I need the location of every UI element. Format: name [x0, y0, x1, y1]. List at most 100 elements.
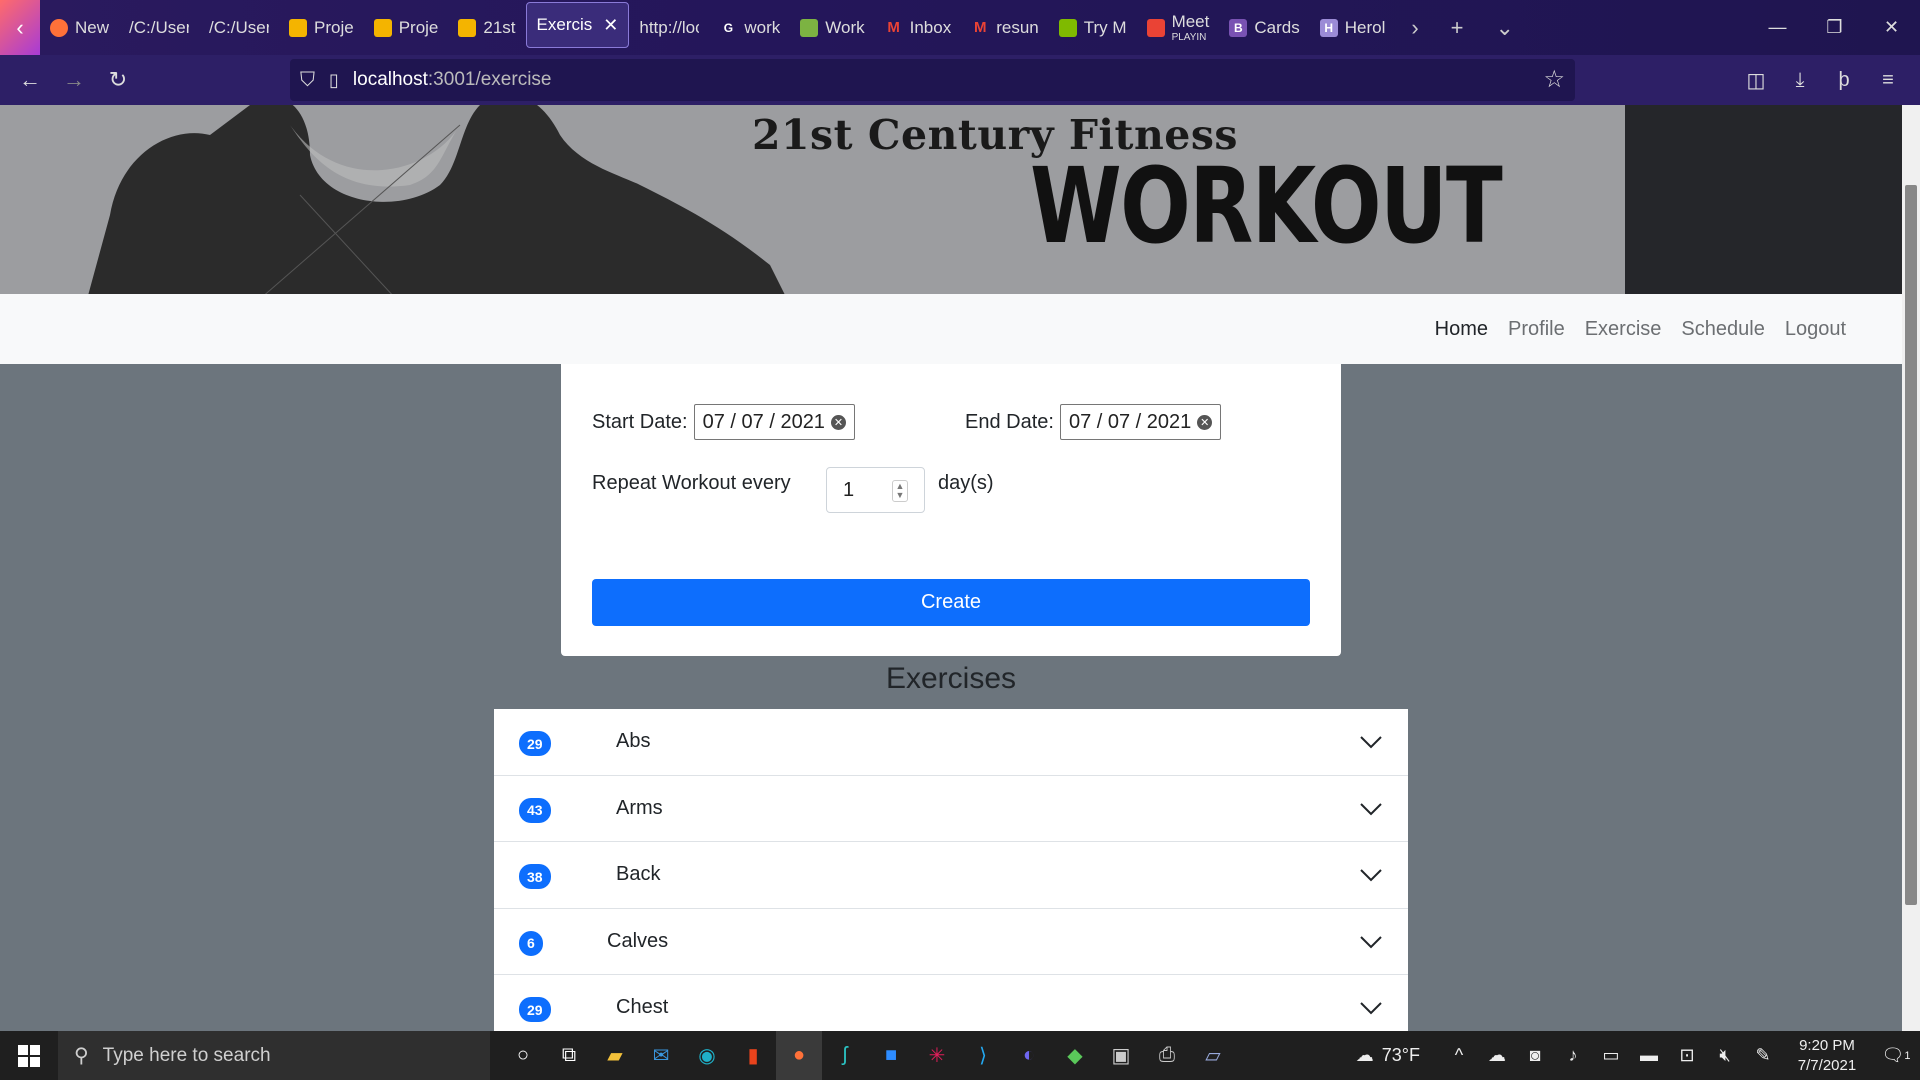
accordion-item-calves[interactable]: 6 Calves — [494, 908, 1408, 975]
system-clock[interactable]: 9:20 PM 7/7/2021 — [1782, 1036, 1872, 1076]
vscode-icon[interactable]: ⟩ — [960, 1031, 1006, 1080]
accordion-item-chest[interactable]: 29 Chest — [494, 975, 1408, 1031]
app-diamond-icon[interactable]: ◆ — [1052, 1031, 1098, 1080]
slack-icon[interactable]: ✳ — [914, 1031, 960, 1080]
close-window-icon[interactable]: ✕ — [1863, 0, 1920, 55]
browser-tab[interactable]: B Cards — [1219, 0, 1309, 55]
nav-link-exercise[interactable]: Exercise — [1575, 318, 1672, 341]
file-explorer-icon[interactable]: ▰ — [592, 1031, 638, 1080]
accordion-item-arms[interactable]: 43 Arms — [494, 775, 1408, 842]
scrollbar-thumb[interactable] — [1905, 185, 1917, 905]
number-spinner-icon[interactable]: ▲ ▼ — [892, 480, 908, 502]
browser-tab[interactable]: Gwork — [709, 0, 790, 55]
task-view-icon[interactable]: ⧉ — [546, 1031, 592, 1080]
end-date-input[interactable]: 07 / 07 / 2021 ✕ — [1059, 404, 1222, 440]
browser-tab[interactable]: 21st — [448, 0, 525, 55]
display-icon[interactable]: ▭ — [1592, 1045, 1630, 1066]
bookmark-star-icon[interactable]: ☆ — [1543, 65, 1565, 94]
browser-tab[interactable]: M Inbox — [875, 0, 962, 55]
notification-count: 1 — [1904, 1049, 1911, 1062]
shield-icon[interactable]: ⛉ — [300, 69, 315, 92]
clear-end-date-icon[interactable]: ✕ — [1197, 414, 1213, 430]
url-text[interactable]: localhost:3001/exercise — [353, 69, 552, 91]
browser-tab[interactable]: http://loc — [629, 0, 709, 55]
nav-link-logout[interactable]: Logout — [1775, 318, 1856, 341]
browser-tab[interactable]: Try M — [1049, 0, 1137, 55]
pen-icon[interactable]: ✎ — [1744, 1045, 1782, 1066]
minimize-icon[interactable]: — — [1749, 0, 1806, 55]
browser-nav-bar: ← → ↻ ⛉ ▯ localhost:3001/exercise ☆ ◫ ⤓ … — [0, 55, 1920, 105]
zoom-icon[interactable]: ■ — [868, 1031, 914, 1080]
browser-tab[interactable]: /C:/Users — [119, 0, 199, 55]
firefox-icon[interactable]: ● — [776, 1031, 822, 1080]
app-moon-icon[interactable]: ◐ — [1006, 1031, 1052, 1080]
accordion-item-abs[interactable]: 29 Abs — [494, 709, 1408, 776]
printer-icon[interactable]: ⎙ — [1144, 1031, 1190, 1080]
browser-tab[interactable]: Proje — [279, 0, 364, 55]
search-app-icon[interactable]: ◉ — [684, 1031, 730, 1080]
browser-tab[interactable]: Meet PLAYIN — [1137, 0, 1220, 55]
chevron-down-icon[interactable] — [1358, 796, 1384, 822]
page-info-icon[interactable]: ▯ — [329, 70, 339, 91]
browser-tab[interactable]: Proje — [364, 0, 449, 55]
gmail-favicon-icon: M — [887, 19, 900, 36]
volume-muted-icon[interactable]: 🔇︎ — [1706, 1045, 1744, 1066]
restore-icon[interactable]: ❐ — [1806, 0, 1863, 55]
repeat-days-input[interactable]: 1 ▲ ▼ — [826, 467, 925, 513]
browser-tab[interactable]: Work — [790, 0, 874, 55]
browser-tab[interactable]: H Herol — [1310, 0, 1396, 55]
create-button[interactable]: Create — [592, 579, 1310, 626]
microphone-icon[interactable]: ♪ — [1554, 1045, 1592, 1066]
tab-scroll-right-icon[interactable]: › — [1395, 15, 1434, 41]
taskbar-search-box[interactable]: ⚲ Type here to search — [58, 1031, 490, 1080]
forward-icon[interactable]: → — [52, 55, 96, 105]
reload-icon[interactable]: ↻ — [96, 55, 140, 105]
accordion-item-label: Abs — [616, 730, 651, 753]
mail-icon[interactable]: ✉ — [638, 1031, 684, 1080]
clock-date: 7/7/2021 — [1797, 1056, 1857, 1074]
back-icon[interactable]: ← — [8, 55, 52, 105]
clear-start-date-icon[interactable]: ✕ — [830, 414, 846, 430]
chevron-down-icon[interactable] — [1358, 929, 1384, 955]
show-hidden-icons-icon[interactable]: ^ — [1440, 1045, 1478, 1066]
tab-list-chevron-icon[interactable]: ⌄ — [1480, 15, 1530, 41]
close-tab-icon[interactable]: ✕ — [603, 15, 618, 36]
chevron-down-icon[interactable] — [1358, 729, 1384, 755]
accordion-item-back[interactable]: 38 Back — [494, 842, 1408, 909]
repeat-label: Repeat Workout every — [592, 472, 791, 494]
browser-tab[interactable]: Exercis ✕ — [525, 2, 630, 48]
weather-widget[interactable]: ☁ 73°F — [1356, 1045, 1440, 1066]
extension-icon[interactable]: ϸ — [1822, 55, 1866, 105]
onedrive-icon[interactable]: ☁ — [1478, 1045, 1516, 1066]
search-placeholder: Type here to search — [102, 1044, 271, 1066]
nav-link-schedule[interactable]: Schedule — [1671, 318, 1774, 341]
menu-icon[interactable]: ≡ — [1866, 55, 1910, 105]
notes-icon[interactable]: ▱ — [1190, 1031, 1236, 1080]
page-scrollbar[interactable] — [1902, 105, 1920, 1031]
browser-tab[interactable]: New — [40, 0, 119, 55]
browser-tab[interactable]: Mresun — [961, 0, 1049, 55]
pocket-icon[interactable]: ◫ — [1734, 55, 1778, 105]
gmail-favicon-icon: M — [973, 19, 987, 36]
download-icon[interactable]: ⤓ — [1778, 55, 1822, 105]
browser-tab[interactable]: /C:/Users — [199, 0, 279, 55]
notification-icon[interactable]: 🗨︎ 1 — [1872, 1045, 1920, 1066]
tab-scroll-left-icon[interactable]: ‹ — [0, 0, 40, 55]
office-icon[interactable]: ▮ — [730, 1031, 776, 1080]
chevron-down-icon[interactable] — [1358, 995, 1384, 1021]
start-button[interactable] — [0, 1031, 58, 1080]
chevron-down-icon[interactable] — [1358, 862, 1384, 888]
tab-title: Exercis — [536, 15, 593, 34]
network-icon[interactable]: ⊡ — [1668, 1045, 1706, 1066]
app-s-icon[interactable]: ʃ — [822, 1031, 868, 1080]
start-date-input[interactable]: 07 / 07 / 2021 ✕ — [693, 404, 855, 440]
nav-link-profile[interactable]: Profile — [1498, 318, 1575, 341]
new-tab-icon[interactable]: + — [1435, 15, 1480, 41]
tab-subtitle: PLAYIN — [1171, 32, 1207, 43]
cortana-icon[interactable]: ○ — [500, 1031, 546, 1080]
nav-link-home[interactable]: Home — [1425, 318, 1498, 341]
camera-icon[interactable]: ◙ — [1516, 1045, 1554, 1066]
address-bar[interactable]: ⛉ ▯ localhost:3001/exercise ☆ — [290, 59, 1575, 101]
terminal-icon[interactable]: ▣ — [1098, 1031, 1144, 1080]
battery-icon[interactable]: ▬ — [1630, 1045, 1668, 1066]
